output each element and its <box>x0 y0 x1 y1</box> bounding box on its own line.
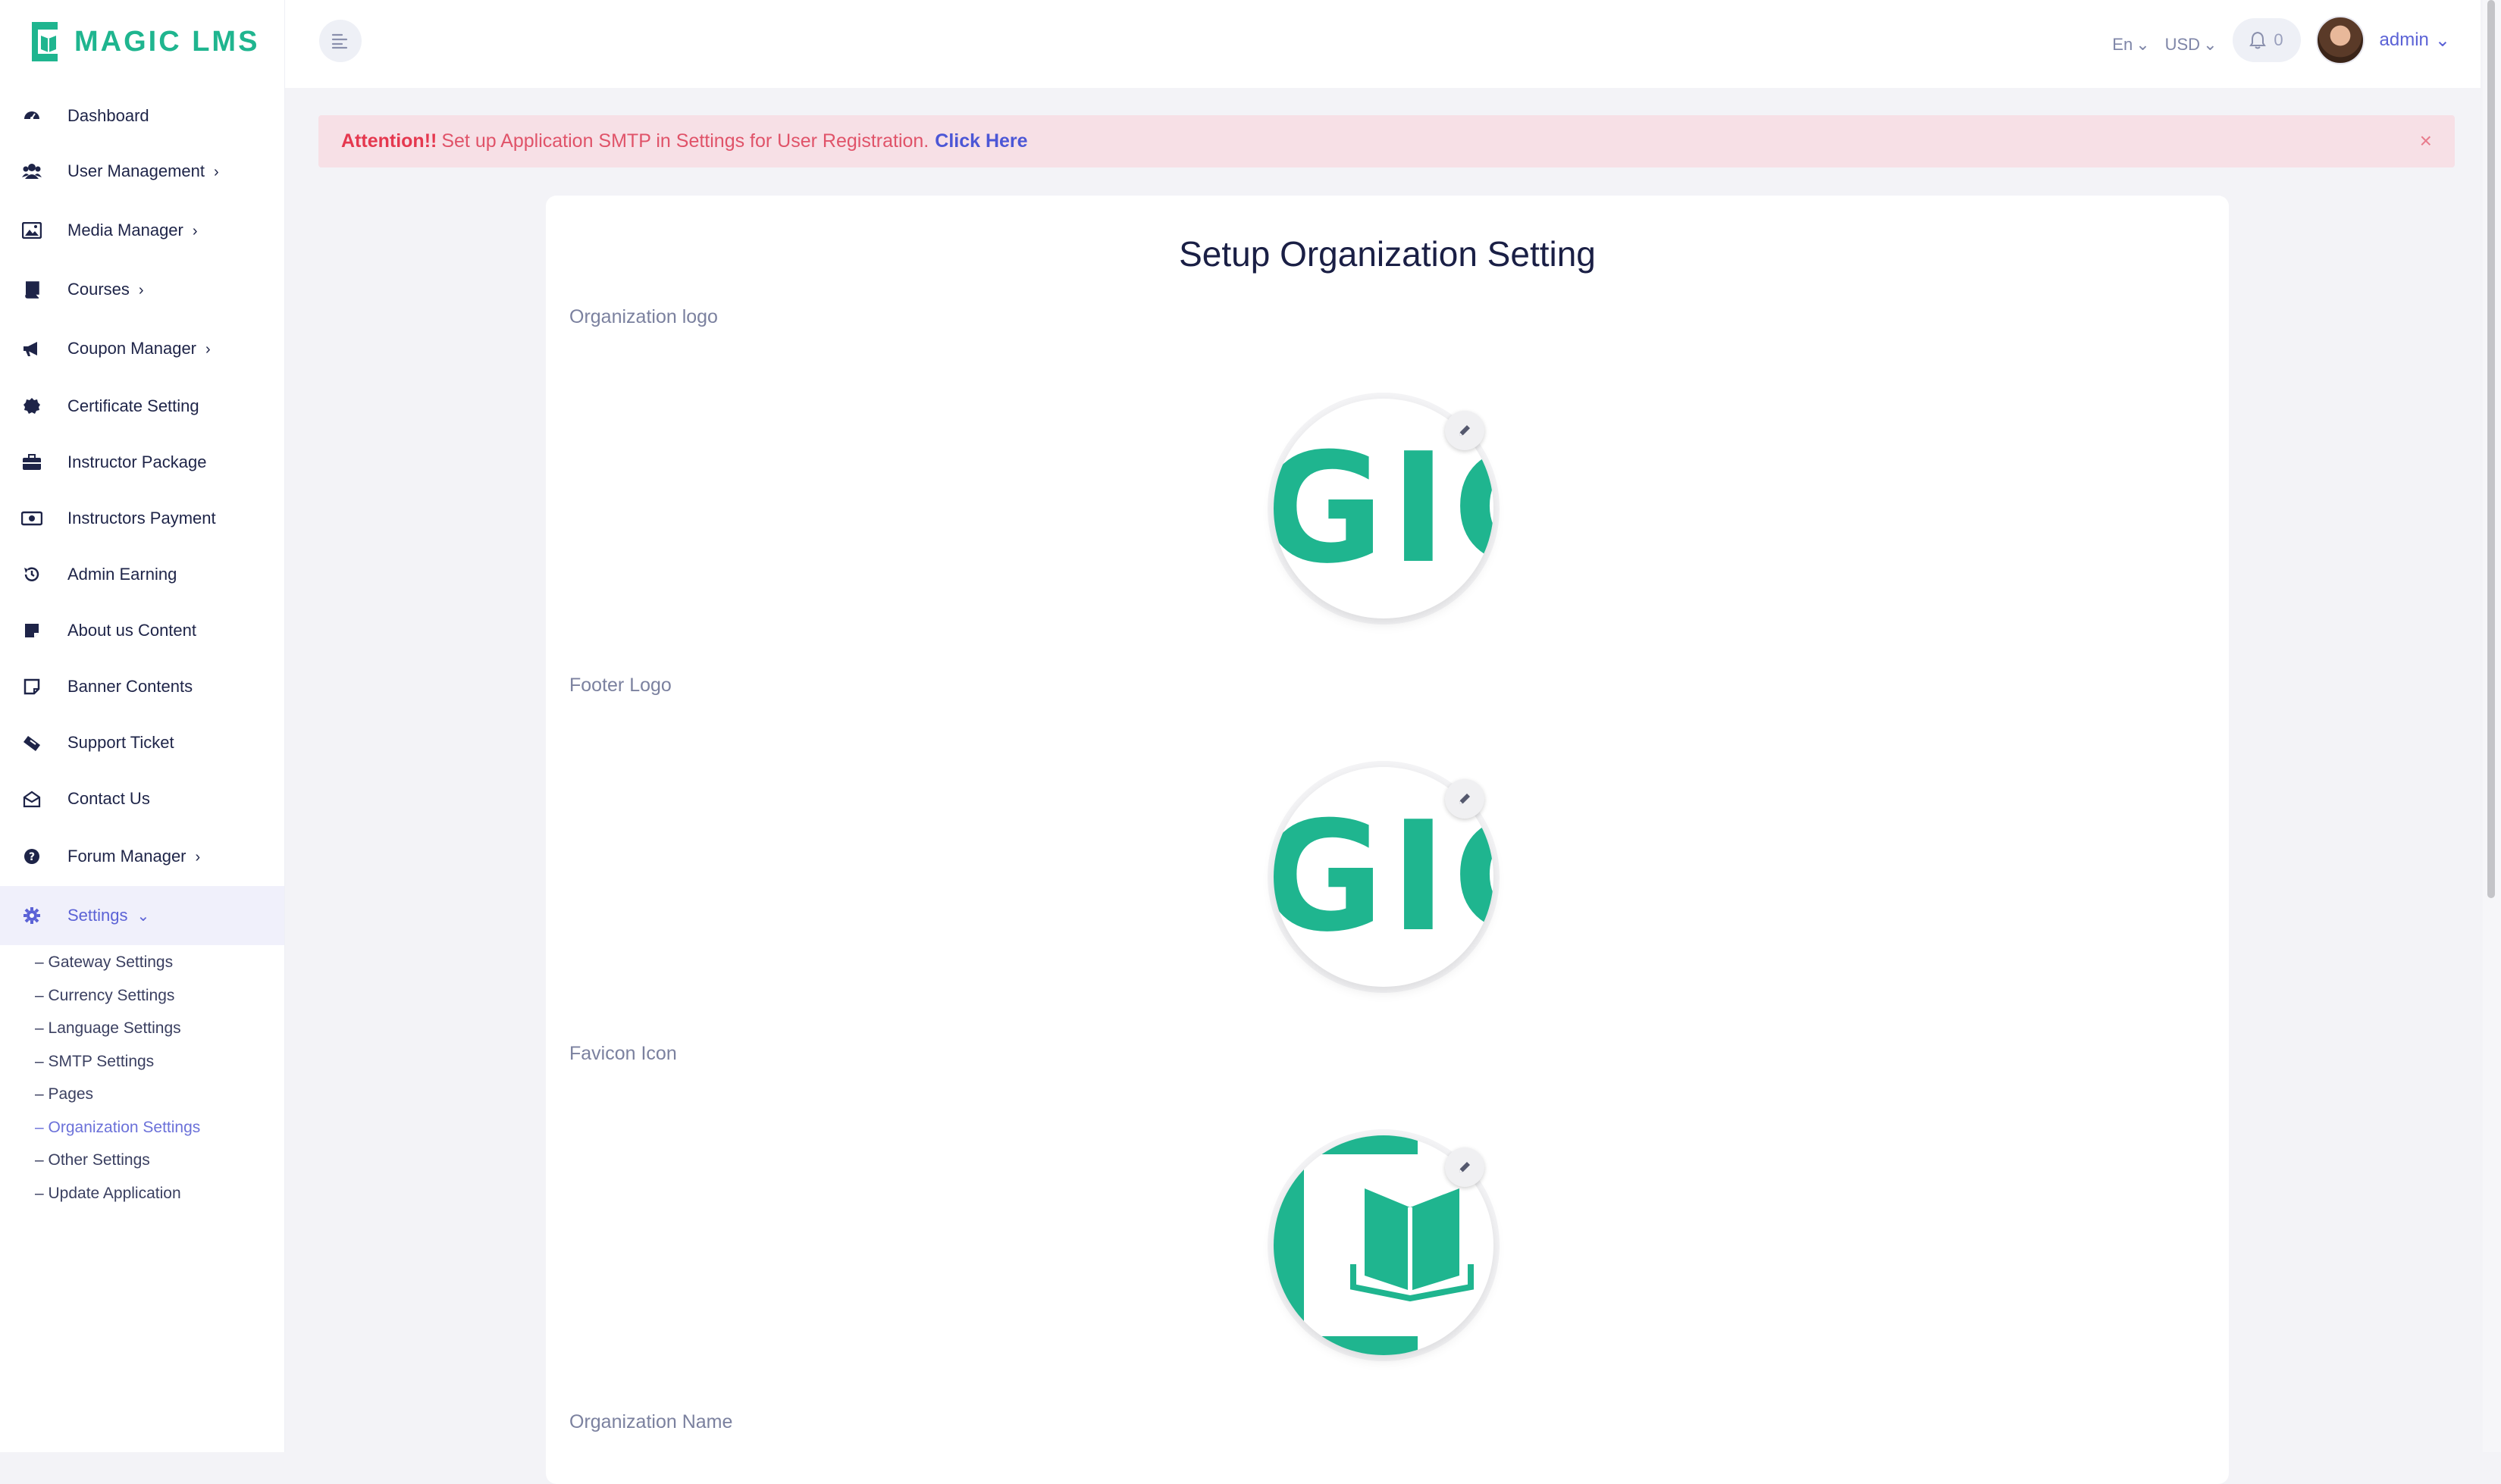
note-icon <box>21 620 42 641</box>
users-icon <box>21 161 42 182</box>
sidebar-item-label: Forum Manager › <box>67 847 201 866</box>
edit-footer-logo-button[interactable] <box>1445 779 1484 819</box>
sidebar: MAGIC LMS Dashboard User Management › Med… <box>0 0 285 1452</box>
sidebar-item-label: Banner Contents <box>67 677 193 696</box>
submenu-organization-settings[interactable]: – Organization Settings <box>35 1119 200 1137</box>
sidebar-toggle-button[interactable] <box>319 20 362 62</box>
sidebar-item-admin-earning[interactable]: Admin Earning <box>0 547 284 602</box>
ticket-icon <box>21 732 42 753</box>
sidebar-item-contact-us[interactable]: Contact Us <box>0 772 284 826</box>
chevron-right-icon: › <box>213 164 219 180</box>
submenu-language-settings[interactable]: – Language Settings <box>35 1019 181 1038</box>
dashboard-icon <box>21 105 42 127</box>
user-menu[interactable]: admin ⌄ <box>2380 30 2450 52</box>
submenu-currency-settings[interactable]: – Currency Settings <box>35 987 174 1005</box>
chevron-down-icon: ⌄ <box>2434 30 2450 51</box>
submenu-smtp-settings[interactable]: – SMTP Settings <box>35 1053 154 1071</box>
svg-text:?: ? <box>29 851 35 863</box>
bell-icon <box>2249 31 2267 49</box>
envelope-open-icon <box>21 788 42 809</box>
alert-strong: Attention!! <box>341 130 437 152</box>
chevron-down-icon: ⌄ <box>136 908 150 925</box>
submenu-update-application[interactable]: – Update Application <box>35 1185 181 1203</box>
submenu-gateway-settings[interactable]: – Gateway Settings <box>35 953 173 972</box>
sidebar-item-label: User Management › <box>67 161 219 180</box>
organization-settings-card: Setup Organization Setting Organization … <box>546 196 2229 1484</box>
briefcase-icon <box>21 452 42 473</box>
sidebar-item-label: Certificate Setting <box>67 396 199 415</box>
organization-name-label: Organization Name <box>569 1411 733 1432</box>
sidebar-item-forum-manager[interactable]: ? Forum Manager › <box>0 829 284 884</box>
alert-link[interactable]: Click Here <box>935 130 1027 152</box>
pencil-icon <box>1459 1162 1470 1172</box>
sidebar-item-banner-contents[interactable]: Banner Contents <box>0 659 284 714</box>
top-right-controls: En ⌄ USD ⌄ 0 admin ⌄ <box>2112 15 2450 65</box>
sidebar-item-courses[interactable]: Courses › <box>0 262 284 317</box>
sidebar-item-label: Courses › <box>67 280 144 299</box>
book-icon <box>21 279 42 300</box>
chevron-right-icon: › <box>205 341 211 358</box>
organization-logo-label: Organization logo <box>569 306 718 327</box>
sidebar-item-settings[interactable]: Settings ⌄ <box>0 886 284 945</box>
sidebar-item-label: Instructor Package <box>67 452 207 471</box>
sidebar-item-media-manager[interactable]: Media Manager › <box>0 203 284 258</box>
money-icon <box>21 508 42 529</box>
notification-button[interactable]: 0 <box>2232 18 2301 62</box>
certificate-icon <box>21 396 42 417</box>
sidebar-item-label: About us Content <box>67 621 197 640</box>
footer-logo-label: Footer Logo <box>569 675 672 696</box>
sidebar-item-support-ticket[interactable]: Support Ticket <box>0 715 284 770</box>
currency-dropdown[interactable]: USD ⌄ <box>2165 35 2217 55</box>
chevron-right-icon: › <box>195 849 201 866</box>
chevron-right-icon: › <box>138 282 144 299</box>
sidebar-item-dashboard[interactable]: Dashboard <box>0 89 284 143</box>
gear-icon <box>21 905 42 926</box>
page-title: Setup Organization Setting <box>1179 234 1596 274</box>
history-icon <box>21 564 42 585</box>
megaphone-icon <box>21 338 42 359</box>
scrollbar[interactable] <box>2483 0 2501 1452</box>
submenu-other-settings[interactable]: – Other Settings <box>35 1151 150 1169</box>
sidebar-item-label: Instructors Payment <box>67 509 216 528</box>
sidebar-item-label: Dashboard <box>67 106 149 125</box>
image-icon <box>21 220 42 241</box>
favicon-icon-label: Favicon Icon <box>569 1043 677 1064</box>
brand-logo[interactable]: MAGIC LMS <box>26 15 259 68</box>
sidebar-item-label: Contact Us <box>67 789 150 808</box>
sidebar-item-label: Settings ⌄ <box>67 906 150 925</box>
sidebar-item-label: Support Ticket <box>67 733 174 752</box>
smtp-alert: Attention!! Set up Application SMTP in S… <box>318 115 2455 167</box>
sidebar-item-about-us-content[interactable]: About us Content <box>0 603 284 658</box>
edit-organization-logo-button[interactable] <box>1445 411 1484 450</box>
pencil-icon <box>1459 425 1470 436</box>
top-bar: En ⌄ USD ⌄ 0 admin ⌄ <box>285 0 2481 88</box>
question-icon: ? <box>21 846 42 867</box>
notification-count: 0 <box>2274 30 2283 49</box>
submenu-pages[interactable]: – Pages <box>35 1085 93 1104</box>
scrollbar-thumb[interactable] <box>2487 0 2495 898</box>
brand-name: MAGIC LMS <box>74 25 260 58</box>
chevron-down-icon: ⌄ <box>2203 35 2217 54</box>
sidebar-item-coupon-manager[interactable]: Coupon Manager › <box>0 321 284 376</box>
sidebar-item-instructor-package[interactable]: Instructor Package <box>0 435 284 490</box>
sidebar-item-certificate-setting[interactable]: Certificate Setting <box>0 379 284 434</box>
pencil-icon <box>1459 794 1470 804</box>
chevron-right-icon: › <box>192 223 198 240</box>
sidebar-item-instructors-payment[interactable]: Instructors Payment <box>0 491 284 546</box>
avatar[interactable] <box>2315 16 2365 64</box>
sidebar-item-label: Media Manager › <box>67 221 198 240</box>
sidebar-item-label: Coupon Manager › <box>67 339 211 358</box>
edit-favicon-button[interactable] <box>1445 1147 1484 1187</box>
sidebar-item-label: Admin Earning <box>67 565 177 584</box>
language-dropdown[interactable]: En ⌄ <box>2112 35 2149 55</box>
sticky-note-icon <box>21 676 42 697</box>
chevron-down-icon: ⌄ <box>2136 35 2150 54</box>
brand-book-icon <box>26 19 64 64</box>
alert-message: Set up Application SMTP in Settings for … <box>441 130 929 152</box>
sidebar-item-user-management[interactable]: User Management › <box>0 144 284 199</box>
close-icon[interactable]: × <box>2420 129 2432 153</box>
menu-align-icon <box>331 33 348 49</box>
